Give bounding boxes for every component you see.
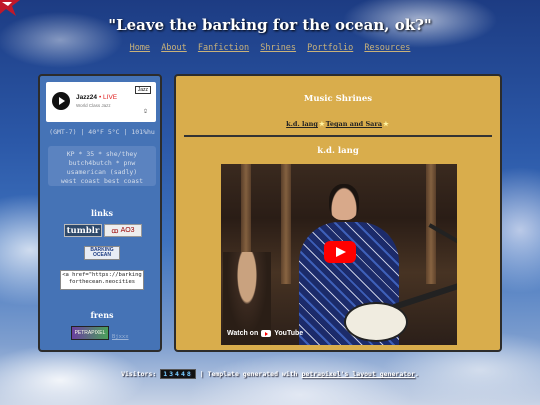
section-title: Music Shrines <box>303 94 373 104</box>
watch-on-youtube-link[interactable]: Watch on YouTube <box>227 330 303 337</box>
tumblr-button[interactable]: tumblr <box>64 224 102 237</box>
bio-line: usamerican (sadly) <box>66 168 138 176</box>
bio-line: butch4butch * pnw <box>68 159 136 167</box>
station-logo: Jazz <box>134 86 151 94</box>
station-name: Jazz24 <box>76 94 97 101</box>
link-kd-lang[interactable]: k.d. lang <box>286 120 318 128</box>
weather-readout: (GMT-7) | 40°F 5°C | 101%hu <box>49 128 155 136</box>
share-icon[interactable]: ⇪ <box>143 108 148 115</box>
top-nav: Home About Fanfiction Shrines Portfolio … <box>0 43 540 53</box>
site-button-line-2: OCEAN <box>92 252 112 258</box>
nav-resources[interactable]: Resources <box>364 43 410 53</box>
fren-link[interactable]: Bjxxx <box>112 334 129 340</box>
artist-heading: k.d. lang <box>317 146 359 156</box>
bio-line: west coast best coast <box>60 177 144 185</box>
template-credit: Template generated with <box>207 370 298 378</box>
sidebar: Jazz24 • LIVE World Class Jazz Jazz ⇪ (GM… <box>38 74 162 352</box>
link-code-textarea[interactable]: <a href="https://barking forthecean.neoc… <box>60 270 144 290</box>
nav-home[interactable]: Home <box>130 43 150 53</box>
star-icon: ★ <box>383 120 389 128</box>
footer: Visitors: 13448 | Template generated wit… <box>0 369 540 379</box>
site-button[interactable]: BARKING OCEAN <box>84 246 120 260</box>
generator-link[interactable]: petrapixel's layout generator <box>302 370 416 378</box>
nav-shrines[interactable]: Shrines <box>260 43 296 53</box>
ao3-button[interactable]: ꝏ AO3 <box>104 224 142 237</box>
watch-on-label: Watch on <box>227 330 259 337</box>
link-tegan-and-sara[interactable]: Tegan and Sara <box>326 120 382 128</box>
ao3-label: AO3 <box>120 227 135 234</box>
fren-button[interactable]: PETRAPIXEL <box>71 326 109 340</box>
nav-fanfiction[interactable]: Fanfiction <box>198 43 249 53</box>
youtube-label: YouTube <box>274 330 304 337</box>
bio-line: KP * 35 * she/they <box>66 150 138 158</box>
visitor-counter: 13448 <box>160 369 196 379</box>
station-genre: World Class Jazz <box>76 103 111 108</box>
visitors-label: Visitors: <box>121 370 157 378</box>
star-icon: ★ <box>318 120 325 128</box>
footer-separator: | <box>199 370 204 378</box>
youtube-play-icon[interactable] <box>324 241 356 263</box>
ao3-logo-icon: ꝏ <box>111 227 119 235</box>
youtube-logo-icon <box>261 330 272 337</box>
video-thumbnail-performer <box>299 184 457 345</box>
shrine-links: k.d. lang★Tegan and Sara★ <box>176 120 500 128</box>
main-content: Music Shrines k.d. lang★Tegan and Sara★ … <box>174 74 502 352</box>
bio-box: KP * 35 * she/they butch4butch * pnw usa… <box>48 146 156 186</box>
links-heading: links <box>91 208 113 218</box>
video-frame-detail <box>281 164 291 284</box>
radio-player-widget: Jazz24 • LIVE World Class Jazz Jazz ⇪ <box>46 82 156 122</box>
nav-about[interactable]: About <box>161 43 187 53</box>
page-title: "Leave the barking for the ocean, ok?" <box>108 16 432 34</box>
live-badge: • LIVE <box>98 94 118 101</box>
footer-end: . <box>415 370 419 378</box>
play-icon[interactable] <box>52 92 70 110</box>
youtube-video-embed[interactable]: Watch on YouTube <box>221 164 457 345</box>
frens-heading: frens <box>90 310 114 320</box>
divider <box>184 135 492 137</box>
nav-portfolio[interactable]: Portfolio <box>307 43 353 53</box>
